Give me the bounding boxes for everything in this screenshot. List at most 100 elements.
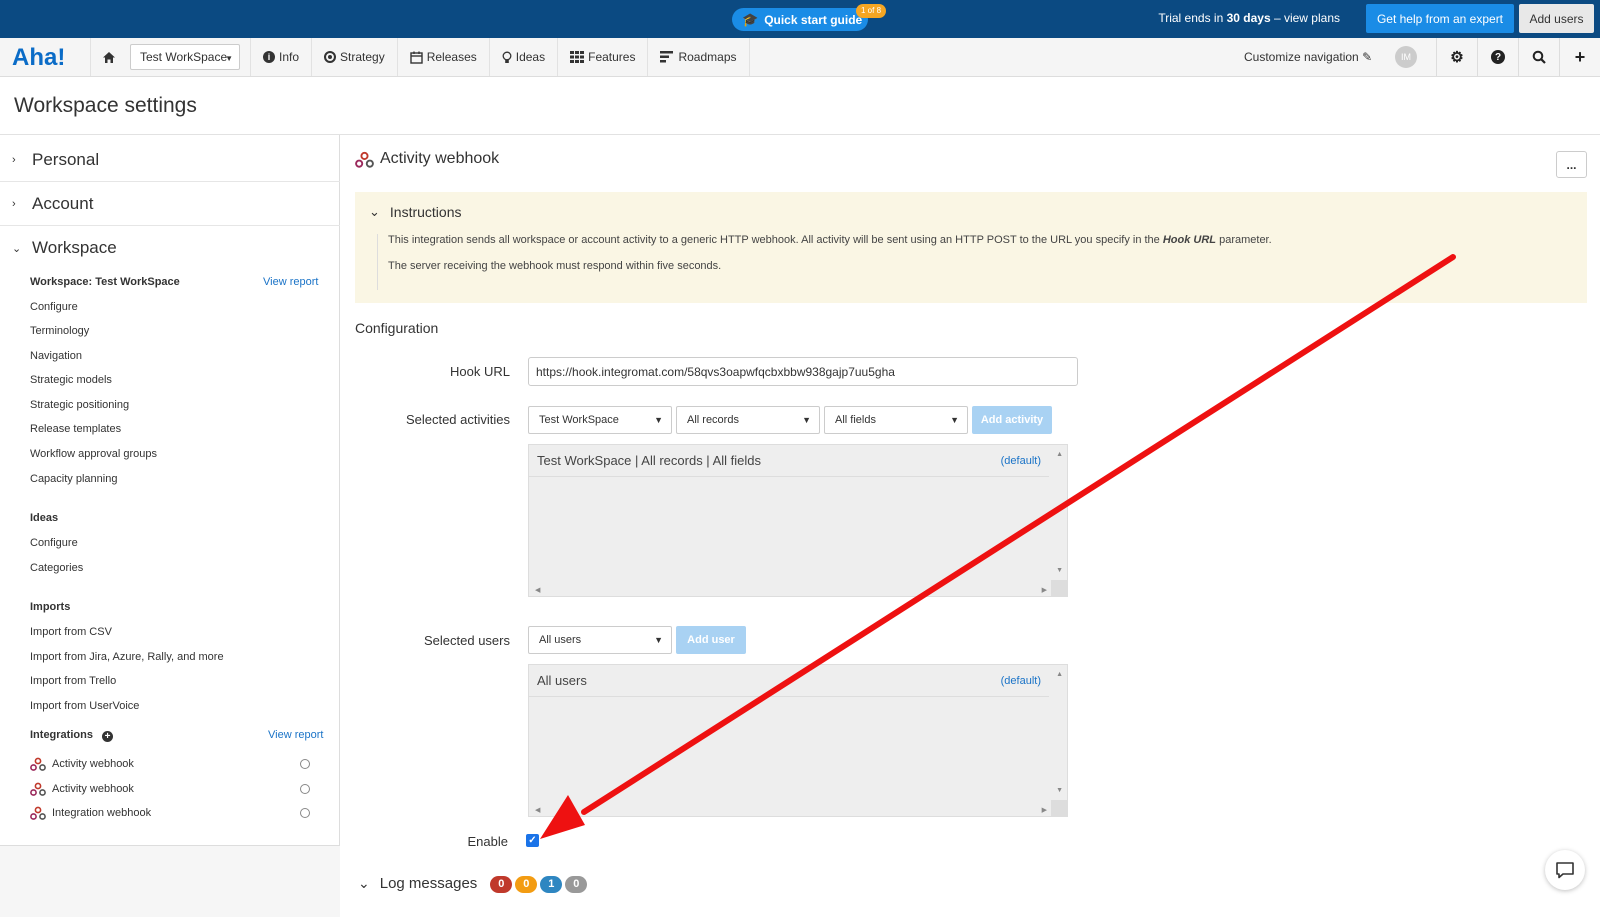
nav-ideas[interactable]: Ideas — [490, 38, 559, 76]
add-activity-button[interactable]: Add activity — [972, 406, 1052, 434]
sidebar-item-terminology[interactable]: Terminology — [30, 325, 89, 337]
trial-status[interactable]: Trial ends in 30 days – view plans — [1158, 11, 1340, 25]
create-button[interactable]: + — [1559, 38, 1600, 76]
vertical-scrollbar[interactable]: ▲ ▼ — [1051, 665, 1067, 816]
trial-bar: 🎓 Quick start guide 1 of 8 Trial ends in… — [0, 0, 1600, 38]
users-select[interactable]: All users ▼ — [528, 626, 672, 654]
log-count-warning[interactable]: 0 — [515, 876, 538, 893]
nav-info[interactable]: i Info — [250, 38, 313, 76]
log-messages-title: Log messages — [379, 875, 478, 892]
integration-item-activity-webhook[interactable]: Activity webhook — [30, 754, 310, 774]
log-counts: 0010 — [487, 874, 588, 893]
scroll-down-icon: ▼ — [1056, 567, 1063, 574]
integration-status-radio — [300, 784, 310, 794]
nav-strategy[interactable]: Strategy — [312, 38, 398, 76]
chat-button[interactable] — [1545, 850, 1585, 890]
instructions-text-part: parameter. — [1216, 234, 1272, 246]
sidebar-section-workspace[interactable]: ⌄ Workspace — [0, 226, 340, 270]
user-list-item[interactable]: All users (default) — [529, 665, 1049, 697]
default-tag: (default) — [1000, 454, 1041, 467]
activities-list[interactable]: Test WorkSpace | All records | All field… — [528, 444, 1068, 597]
sidebar-section-personal[interactable]: › Personal — [0, 138, 340, 182]
sidebar-item-release-templates[interactable]: Release templates — [30, 423, 121, 435]
selected-users-label: Selected users — [424, 633, 510, 648]
add-user-button[interactable]: Add user — [676, 626, 746, 654]
sidebar-footer — [0, 845, 340, 917]
integration-label: Integration webhook — [52, 807, 152, 819]
home-button[interactable] — [90, 38, 126, 76]
nav-features[interactable]: Features — [558, 38, 649, 76]
sidebar-section-account[interactable]: › Account — [0, 182, 340, 226]
view-plans-link[interactable]: – view plans — [1271, 11, 1340, 25]
sidebar-item-import-uservoice[interactable]: Import from UserVoice — [30, 700, 139, 712]
instructions-panel: ⌄ Instructions This integration sends al… — [355, 192, 1587, 303]
log-count-info[interactable]: 1 — [540, 876, 563, 893]
scroll-left-icon[interactable]: ◀ — [535, 586, 540, 594]
sidebar-item-import-jira[interactable]: Import from Jira, Azure, Rally, and more — [30, 651, 224, 663]
log-count-debug[interactable]: 0 — [565, 876, 588, 893]
integration-item-activity-webhook-2[interactable]: Activity webhook — [30, 779, 310, 799]
search-button[interactable] — [1518, 38, 1559, 76]
more-actions-button[interactable]: ... — [1556, 151, 1587, 178]
scroll-right-icon[interactable]: ▶ — [1042, 586, 1047, 594]
customize-navigation-link[interactable]: Customize navigation ✎ — [1244, 50, 1372, 64]
search-icon — [1532, 50, 1546, 64]
hook-url-input[interactable]: https://hook.integromat.com/58qvs3oapwfq… — [528, 357, 1078, 386]
chevron-right-icon: › — [12, 153, 16, 166]
sidebar-item-workflow-approval-groups[interactable]: Workflow approval groups — [30, 448, 157, 460]
integration-status-radio — [300, 808, 310, 818]
nav-roadmaps[interactable]: Roadmaps — [648, 38, 750, 76]
users-list[interactable]: All users (default) ▲ ▼ ◀ ▶ — [528, 664, 1068, 817]
view-report-link[interactable]: View report — [263, 276, 318, 288]
activity-list-item[interactable]: Test WorkSpace | All records | All field… — [529, 445, 1049, 477]
enable-checkbox[interactable]: ✓ — [526, 834, 539, 847]
activity-fields-select[interactable]: All fields ▼ — [824, 406, 968, 434]
sidebar-item-import-csv[interactable]: Import from CSV — [30, 626, 112, 638]
integrations-view-report-link[interactable]: View report — [268, 729, 323, 741]
log-messages-toggle[interactable]: ⌄ Log messages 0010 — [358, 874, 588, 893]
instructions-toggle[interactable]: ⌄ Instructions — [369, 204, 462, 220]
gear-icon: ⚙ — [1450, 49, 1464, 66]
chevron-down-icon: ▼ — [654, 635, 663, 645]
sidebar-item-categories[interactable]: Categories — [30, 562, 83, 574]
webhook-icon — [30, 757, 46, 771]
nav-releases[interactable]: Releases — [398, 38, 490, 76]
scroll-left-icon[interactable]: ◀ — [535, 806, 540, 814]
activity-workspace-select[interactable]: Test WorkSpace ▼ — [528, 406, 672, 434]
sidebar-item-configure[interactable]: Configure — [30, 301, 78, 313]
settings-button[interactable]: ⚙ — [1436, 38, 1477, 76]
sidebar-item-strategic-models[interactable]: Strategic models — [30, 374, 112, 386]
add-users-button[interactable]: Add users — [1519, 4, 1594, 33]
sidebar-group-ideas: Ideas — [30, 512, 59, 524]
sidebar-item-ideas-configure[interactable]: Configure — [30, 537, 78, 549]
customize-navigation-label: Customize navigation — [1244, 50, 1359, 64]
graduation-cap-icon: 🎓 — [742, 11, 759, 27]
log-count-error[interactable]: 0 — [490, 876, 513, 893]
avatar[interactable]: IM — [1395, 46, 1417, 68]
activity-records-select[interactable]: All records ▼ — [676, 406, 820, 434]
scrollbar-corner — [1051, 800, 1067, 816]
aha-logo[interactable]: Aha! — [12, 44, 65, 72]
plus-icon: + — [1574, 46, 1586, 67]
roadmap-icon — [660, 51, 674, 63]
select-value: All fields — [835, 414, 876, 426]
nav-releases-label: Releases — [426, 50, 477, 64]
sidebar-section-label: Personal — [32, 149, 100, 169]
hook-url-label: Hook URL — [450, 364, 510, 379]
help-expert-button[interactable]: Get help from an expert — [1366, 4, 1514, 33]
scroll-right-icon[interactable]: ▶ — [1042, 806, 1047, 814]
quick-start-label: Quick start guide — [764, 12, 863, 27]
sidebar-item-navigation[interactable]: Navigation — [30, 350, 82, 362]
help-button[interactable]: ? — [1477, 38, 1518, 76]
sidebar-item-capacity-planning[interactable]: Capacity planning — [30, 473, 117, 485]
quick-start-button[interactable]: 🎓 Quick start guide — [732, 8, 868, 31]
workspace-select[interactable]: Test WorkSpace ▼ — [130, 44, 240, 70]
sidebar-item-import-trello[interactable]: Import from Trello — [30, 675, 116, 687]
integration-item-integration-webhook[interactable]: Integration webhook — [30, 803, 310, 823]
sidebar-item-strategic-positioning[interactable]: Strategic positioning — [30, 399, 129, 411]
instructions-text: This integration sends all workspace or … — [388, 234, 1272, 246]
magic-wand-icon: ✎ — [1362, 50, 1373, 64]
sidebar-group-imports: Imports — [30, 601, 71, 613]
vertical-scrollbar[interactable]: ▲ ▼ — [1051, 445, 1067, 596]
add-integration-icon[interactable]: + — [102, 731, 114, 742]
